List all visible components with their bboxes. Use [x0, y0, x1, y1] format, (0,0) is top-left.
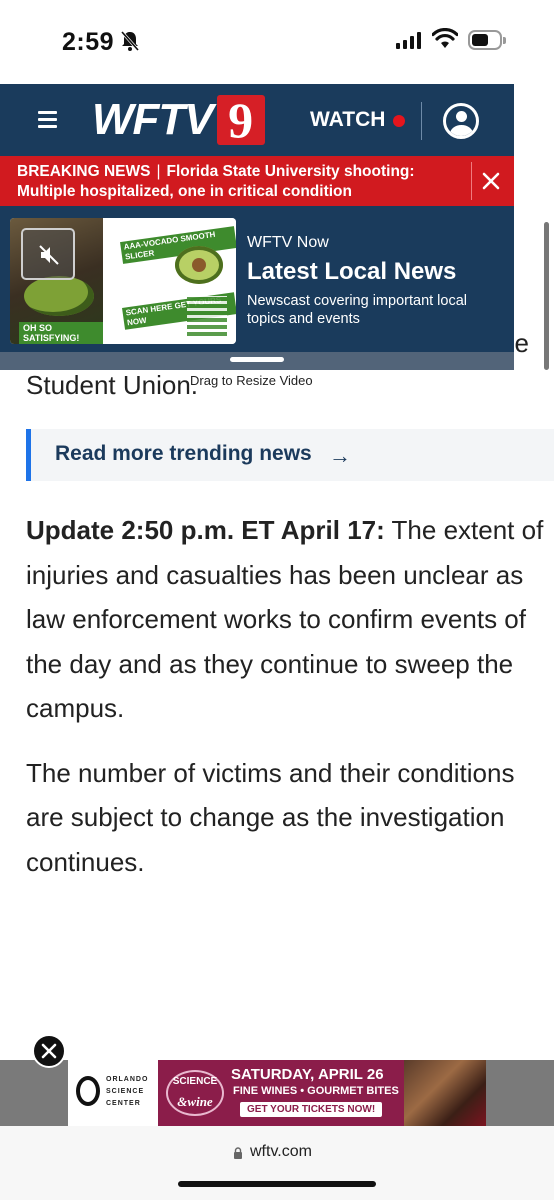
muted-speaker-icon: [39, 245, 59, 265]
ad-tagline: FINE WINES • GOURMET BITES: [233, 1085, 399, 1097]
article-partial-line: Student Union.: [26, 370, 199, 400]
status-time: 2:59: [62, 28, 115, 56]
video-source: WFTV Now: [247, 234, 329, 251]
resize-label: Drag to Resize Video: [190, 373, 313, 388]
logo-text: WFTV: [92, 95, 214, 144]
orlando-science-center-logo: ORLANDO SCIENCE CENTER: [68, 1060, 158, 1126]
status-bar: 2:59: [0, 0, 554, 84]
battery-icon: [468, 30, 506, 50]
osc-logo-icon: [76, 1076, 100, 1106]
ad-wine-image: [404, 1060, 486, 1126]
video-ad-tag: OH SO SATISFYING!: [19, 322, 103, 344]
avocado-image: [24, 276, 94, 316]
resize-handle[interactable]: [230, 357, 284, 362]
silent-bell-icon: [120, 31, 140, 51]
lock-icon: [234, 1147, 242, 1159]
update-body: The extent of injuries and casualties ha…: [26, 515, 544, 723]
logo-number: 9: [216, 95, 265, 145]
video-ad-panel: AAA-VOCADO SMOOTH SLICER SCAN HERE GET Y…: [103, 218, 236, 344]
url-text[interactable]: wftv.com: [250, 1143, 312, 1161]
site-header: WFTV 9 WATCH: [0, 84, 514, 156]
user-account-icon[interactable]: [443, 103, 479, 139]
avocado-pit-image: [192, 258, 206, 272]
wftv-logo[interactable]: WFTV 9: [92, 94, 265, 146]
ad-close-button[interactable]: [32, 1034, 66, 1068]
qr-code-icon: [187, 296, 227, 336]
breaking-divider: [471, 162, 472, 200]
menu-icon[interactable]: [38, 111, 57, 128]
article-paragraph: The number of victims and their conditio…: [26, 757, 515, 877]
read-more-trending-link[interactable]: Read more trending news →: [26, 429, 554, 481]
science-wine-logo: SCIENCE &wine: [166, 1070, 224, 1116]
home-indicator[interactable]: [178, 1181, 376, 1187]
video-title[interactable]: Latest Local News: [247, 258, 456, 286]
video-frame[interactable]: OH SO SATISFYING! AAA-VOCADO SMOOTH SLIC…: [10, 218, 236, 344]
wifi-icon: [432, 28, 458, 48]
ad-cta-button[interactable]: GET YOUR TICKETS NOW!: [240, 1102, 383, 1117]
breaking-separator: |: [156, 163, 161, 180]
ad-banner[interactable]: ORLANDO SCIENCE CENTER SCIENCE &wine SAT…: [68, 1060, 486, 1126]
video-description: Newscast covering important local topics…: [247, 293, 468, 327]
browser-url-bar[interactable]: [0, 1126, 554, 1200]
trending-label: Read more trending news: [55, 442, 312, 465]
floating-video-player[interactable]: OH SO SATISFYING! AAA-VOCADO SMOOTH SLIC…: [0, 206, 514, 370]
osc-logo-text: ORLANDO SCIENCE CENTER: [106, 1076, 149, 1107]
page-scrollbar[interactable]: [544, 222, 549, 370]
breaking-news-label: BREAKING NEWS: [17, 163, 151, 180]
ad-date: SATURDAY, APRIL 26: [231, 1066, 384, 1083]
mute-button[interactable]: [21, 228, 75, 280]
header-divider: [421, 102, 422, 140]
breaking-news-text: BREAKING NEWS | Florida State University s…: [17, 162, 457, 201]
update-lead: Update 2:50 p.m. ET April 17:: [26, 515, 385, 545]
update-paragraph: Update 2:50 p.m. ET April 17: The extent…: [26, 508, 554, 731]
wine-label: &wine: [177, 1094, 213, 1109]
live-indicator: [393, 115, 405, 127]
science-label: SCIENCE: [172, 1076, 218, 1087]
watch-button[interactable]: WATCH: [310, 108, 385, 132]
close-icon: [41, 1043, 57, 1059]
breaking-news-banner[interactable]: BREAKING NEWS | Florida State University s…: [0, 156, 514, 206]
article-body: Update 2:50 p.m. ET April 17: The extent…: [26, 508, 554, 904]
arrow-right-icon: →: [329, 443, 351, 468]
close-icon[interactable]: [479, 169, 503, 193]
cellular-signal-icon: [396, 31, 421, 49]
